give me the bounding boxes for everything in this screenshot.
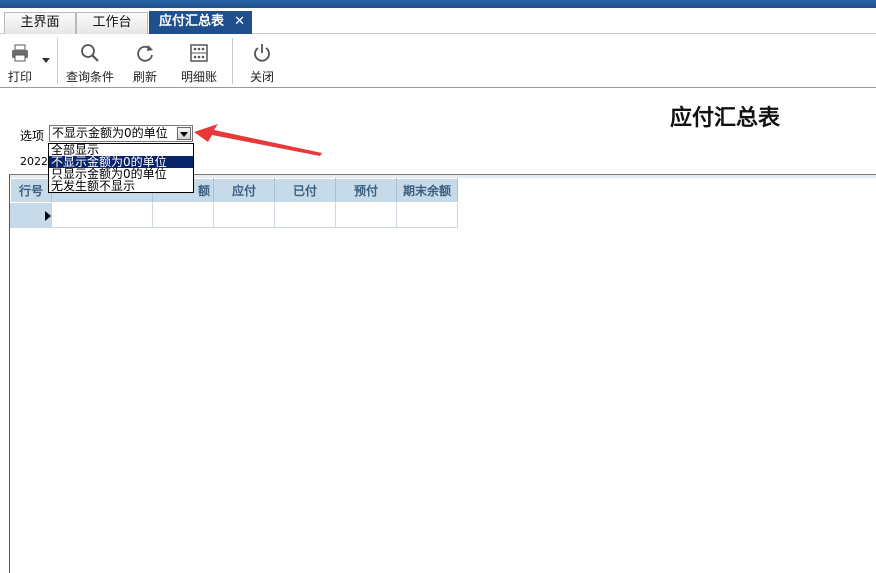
- table-cell[interactable]: [396, 202, 458, 228]
- column-header-prepaid[interactable]: 预付: [335, 178, 397, 203]
- refresh-button[interactable]: 刷新: [124, 36, 166, 86]
- tab-strip: 主界面 工作台 应付汇总表 ✕: [0, 8, 876, 34]
- detail-ledger-label: 明细账: [180, 70, 217, 84]
- tab-workbench[interactable]: 工作台: [76, 12, 148, 34]
- tab-payable-summary[interactable]: 应付汇总表 ✕: [149, 11, 252, 34]
- tab-main[interactable]: 主界面: [4, 12, 76, 34]
- current-row-icon: [45, 211, 51, 221]
- column-header-ending-balance[interactable]: 期末余额: [396, 178, 458, 203]
- chevron-down-icon[interactable]: [42, 58, 50, 63]
- dropdown-option[interactable]: 无发生额不显示: [49, 180, 193, 192]
- chevron-down-icon[interactable]: [177, 127, 191, 140]
- search-icon: [81, 44, 99, 62]
- refresh-icon: [137, 45, 153, 62]
- table-cell[interactable]: [274, 202, 336, 228]
- detail-ledger-button[interactable]: 明细账: [176, 36, 222, 86]
- app-window: 主界面 工作台 应付汇总表 ✕ 打印 查询条件 刷新 明细账 关闭 应付汇总表 …: [0, 0, 876, 573]
- toolbar-separator: [232, 38, 233, 84]
- tab-workbench-label: 工作台: [92, 15, 132, 30]
- close-icon[interactable]: ✕: [234, 12, 245, 32]
- page-title: 应付汇总表: [669, 105, 780, 131]
- table-row[interactable]: [10, 202, 458, 228]
- title-bar: [0, 0, 876, 8]
- table-cell[interactable]: [51, 202, 153, 228]
- option-select[interactable]: 不显示金额为0的单位: [49, 125, 193, 142]
- option-select-value: 不显示金额为0的单位: [52, 126, 168, 140]
- option-label: 选项: [20, 129, 45, 143]
- power-icon: [254, 44, 270, 62]
- column-header-payable[interactable]: 应付: [213, 178, 275, 203]
- red-arrow-annotation: [194, 124, 322, 156]
- toolbar: 打印 查询条件 刷新 明细账 关闭: [0, 34, 876, 88]
- toolbar-separator: [57, 38, 58, 84]
- abacus-icon: [190, 44, 208, 62]
- table-cell[interactable]: [335, 202, 397, 228]
- tab-payable-summary-label: 应付汇总表: [159, 14, 225, 29]
- print-button[interactable]: 打印: [2, 36, 38, 86]
- refresh-label: 刷新: [132, 70, 157, 84]
- column-header-paid[interactable]: 已付: [274, 178, 336, 203]
- option-dropdown-list: 全部显示 不显示金额为0的单位 只显示金额为0的单位 无发生额不显示: [48, 143, 194, 193]
- row-header[interactable]: [10, 202, 52, 228]
- table-cell[interactable]: [213, 202, 275, 228]
- table-cell[interactable]: [152, 202, 214, 228]
- query-label: 查询条件: [65, 70, 114, 84]
- close-button[interactable]: 关闭: [244, 36, 280, 86]
- data-grid: 行号 额 应付 已付 预付 期末余额: [9, 174, 876, 573]
- tab-main-label: 主界面: [20, 15, 60, 30]
- close-label: 关闭: [249, 70, 274, 84]
- printer-icon: [12, 44, 28, 62]
- column-header-row-number[interactable]: 行号: [10, 178, 52, 203]
- query-button[interactable]: 查询条件: [62, 36, 118, 86]
- print-label: 打印: [7, 70, 32, 84]
